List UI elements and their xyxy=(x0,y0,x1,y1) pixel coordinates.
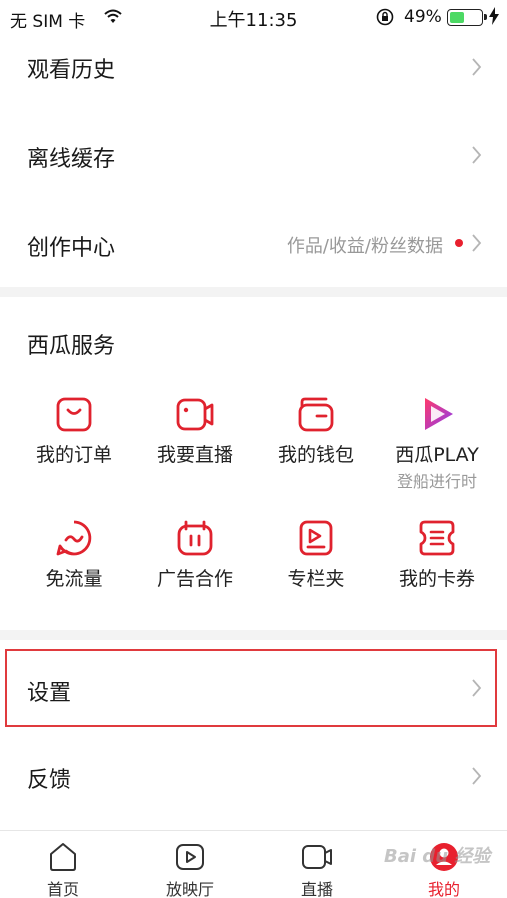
free-data-icon xyxy=(56,520,92,556)
service-caption: 登船进行时 xyxy=(396,472,477,491)
service-go-live[interactable]: 我要直播 xyxy=(132,394,258,474)
creator-center-row[interactable]: 创作中心 作品/收益/粉丝数据 xyxy=(0,218,507,268)
wallet-icon xyxy=(298,397,334,432)
service-wallet[interactable]: 我的钱包 xyxy=(253,394,379,474)
creator-center-label: 创作中心 xyxy=(27,236,116,261)
order-icon xyxy=(56,397,92,432)
watermark-text: Bai du 经验 xyxy=(384,846,491,867)
battery-tip xyxy=(484,14,487,20)
service-xigua-play[interactable]: 西瓜PLAY 登船进行时 xyxy=(374,394,500,494)
feedback-row[interactable]: 反馈 xyxy=(0,750,507,802)
service-column-folder[interactable]: 专栏夹 xyxy=(253,518,379,598)
feedback-label: 反馈 xyxy=(27,768,72,793)
service-label: 西瓜PLAY xyxy=(395,444,479,466)
section-divider xyxy=(0,630,507,640)
tab-label: 我的 xyxy=(427,880,460,898)
tab-label: 放映厅 xyxy=(165,880,214,898)
tab-live[interactable]: 直播 xyxy=(254,831,380,898)
service-label: 专栏夹 xyxy=(287,568,345,590)
service-label: 我的钱包 xyxy=(277,444,354,466)
status-bar: 无 SIM 卡 上午11:35 49% xyxy=(0,0,507,34)
settings-highlight-box xyxy=(5,649,497,727)
watch-history-label: 观看历史 xyxy=(27,58,116,83)
battery-icon xyxy=(447,9,487,26)
orientation-lock-icon xyxy=(376,8,394,26)
column-folder-icon xyxy=(299,520,333,556)
home-icon xyxy=(50,843,76,871)
service-coupons[interactable]: 我的卡券 xyxy=(374,518,500,598)
section-divider xyxy=(0,287,507,297)
profile-screen: 无 SIM 卡 上午11:35 49% 观看历史 离线缓存 创作中心 作品/收益… xyxy=(0,0,507,898)
ad-cooperation-icon xyxy=(177,520,213,556)
service-ad-cooperation[interactable]: 广告合作 xyxy=(132,518,258,598)
live-icon xyxy=(302,845,332,869)
charging-bolt-icon xyxy=(489,7,499,25)
tab-label: 首页 xyxy=(46,880,79,898)
coupon-icon xyxy=(419,520,455,556)
watch-history-row[interactable]: 观看历史 xyxy=(0,42,507,92)
chevron-right-icon xyxy=(472,767,482,785)
service-free-data[interactable]: 免流量 xyxy=(11,518,137,598)
service-label: 广告合作 xyxy=(156,568,233,590)
service-label: 免流量 xyxy=(45,568,103,590)
xigua-play-icon xyxy=(425,398,453,430)
tab-cinema[interactable]: 放映厅 xyxy=(127,831,253,898)
chevron-right-icon xyxy=(472,234,482,252)
services-title: 西瓜服务 xyxy=(27,334,116,359)
service-my-orders[interactable]: 我的订单 xyxy=(11,394,137,474)
service-label: 我的卡券 xyxy=(398,568,475,590)
play-icon xyxy=(176,844,204,870)
creator-center-subtitle: 作品/收益/粉丝数据 xyxy=(286,236,443,257)
tab-home[interactable]: 首页 xyxy=(0,831,126,898)
battery-fill xyxy=(450,12,464,23)
chevron-right-icon xyxy=(472,58,482,76)
offline-cache-label: 离线缓存 xyxy=(27,147,116,172)
service-label: 我要直播 xyxy=(156,444,233,466)
notification-dot xyxy=(455,239,463,247)
battery-percent: 49% xyxy=(404,7,442,27)
live-camera-icon xyxy=(176,398,214,431)
tab-label: 直播 xyxy=(300,880,333,898)
chevron-right-icon xyxy=(472,146,482,164)
service-label: 我的订单 xyxy=(35,444,112,466)
offline-cache-row[interactable]: 离线缓存 xyxy=(0,130,507,180)
